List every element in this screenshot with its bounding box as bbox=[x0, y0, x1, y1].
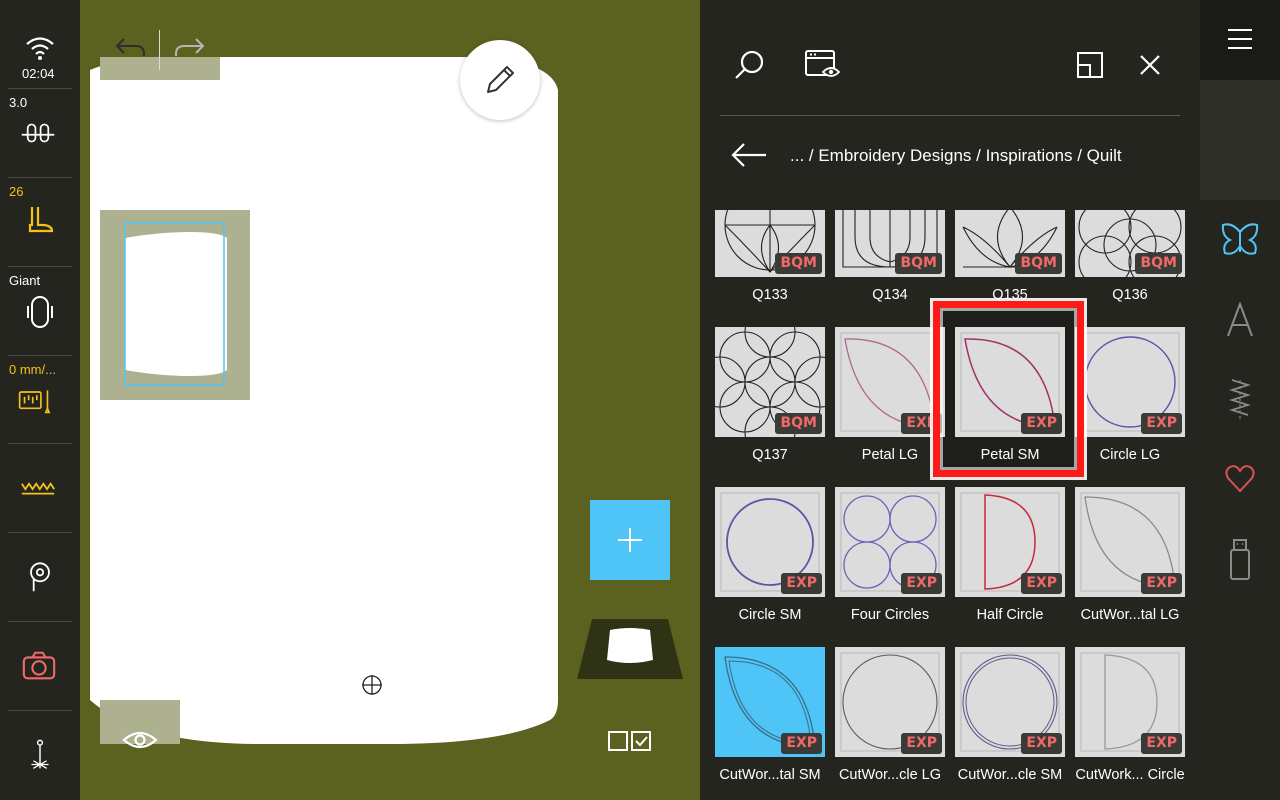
heart-icon[interactable] bbox=[1224, 464, 1256, 494]
design-label: Circle SM bbox=[738, 607, 802, 623]
stitch-length-value: 3.0 bbox=[9, 95, 28, 110]
breadcrumb[interactable]: ... / Embroidery Designs / Inspirations … bbox=[790, 146, 1122, 166]
undo-icon[interactable] bbox=[112, 34, 148, 66]
design-label: CutWor...cle LG bbox=[838, 767, 942, 783]
stitch-icon[interactable] bbox=[1228, 378, 1252, 422]
speed-value: 26 bbox=[9, 184, 24, 199]
feed-pencil-icon[interactable] bbox=[18, 383, 54, 419]
usb-icon[interactable] bbox=[1228, 538, 1252, 582]
pencil-icon bbox=[487, 66, 514, 93]
format-badge: EXP bbox=[1141, 413, 1182, 434]
letter-icon[interactable] bbox=[1225, 302, 1255, 338]
feed-value: 0 mm/... bbox=[9, 362, 56, 377]
design-tile[interactable]: BQM bbox=[1075, 210, 1185, 277]
select-icon[interactable] bbox=[608, 730, 652, 752]
menu-icon bbox=[1228, 29, 1252, 49]
stitch-tension-icon[interactable] bbox=[20, 115, 56, 151]
edit-button[interactable] bbox=[460, 40, 540, 120]
menu-button[interactable] bbox=[1200, 0, 1280, 80]
design-grid: BQM BQM BQM BQM Q133 Q134 Q135 Q136 BQM … bbox=[700, 210, 1200, 800]
butterfly-icon[interactable] bbox=[1220, 222, 1260, 258]
design-tile[interactable]: BQM bbox=[715, 210, 825, 277]
design-label: Half Circle bbox=[976, 607, 1044, 623]
format-badge: EXP bbox=[781, 733, 822, 754]
format-badge: EXP bbox=[1141, 573, 1182, 594]
hoop-field bbox=[90, 57, 558, 745]
design-tile[interactable]: EXP bbox=[1075, 327, 1185, 437]
format-badge: EXP bbox=[1021, 573, 1062, 594]
design-tile[interactable]: EXP bbox=[715, 647, 825, 757]
close-icon[interactable] bbox=[1137, 52, 1163, 78]
design-tile[interactable]: EXP bbox=[835, 327, 945, 437]
resize-icon[interactable] bbox=[1075, 50, 1105, 80]
design-label: Q137 bbox=[752, 447, 788, 463]
format-badge: EXP bbox=[1021, 733, 1062, 754]
eye-icon[interactable] bbox=[120, 726, 160, 754]
design-label: Q133 bbox=[752, 287, 788, 303]
tabbar-spacer bbox=[1200, 80, 1280, 200]
design-tile[interactable]: EXP bbox=[835, 647, 945, 757]
format-badge: BQM bbox=[1135, 253, 1182, 274]
design-tile[interactable]: EXP bbox=[715, 487, 825, 597]
back-arrow-icon[interactable] bbox=[730, 140, 768, 170]
status-sidebar: 02:04 3.0 26 Giant 0 mm/... bbox=[0, 0, 80, 800]
design-label: CutWork... Circle bbox=[1075, 767, 1185, 783]
search-icon[interactable] bbox=[733, 48, 767, 82]
embroidery-canvas[interactable] bbox=[80, 0, 562, 800]
design-tile[interactable]: EXP bbox=[1075, 647, 1185, 757]
format-badge: BQM bbox=[775, 413, 822, 434]
design-tile[interactable]: EXP bbox=[835, 487, 945, 597]
hoop-name: Giant bbox=[9, 273, 41, 288]
needle-position-icon[interactable] bbox=[22, 738, 58, 774]
panel-divider bbox=[720, 115, 1180, 116]
design-tile[interactable]: BQM bbox=[715, 327, 825, 437]
design-label: CutWor...tal SM bbox=[719, 767, 821, 783]
crosshair-icon bbox=[362, 675, 382, 695]
design-label: Four Circles bbox=[850, 607, 930, 623]
format-badge: BQM bbox=[775, 253, 822, 274]
design-tile[interactable]: BQM bbox=[835, 210, 945, 277]
format-badge: EXP bbox=[901, 573, 942, 594]
design-label: CutWor...tal LG bbox=[1080, 607, 1180, 623]
format-badge: EXP bbox=[901, 733, 942, 754]
selection-highlight bbox=[933, 301, 1084, 477]
format-badge: BQM bbox=[1015, 253, 1062, 274]
plus-icon bbox=[618, 528, 642, 552]
clock-text: 02:04 bbox=[22, 66, 55, 81]
zigzag-icon[interactable] bbox=[20, 472, 56, 508]
camera-icon[interactable] bbox=[21, 648, 57, 684]
hoop-thumbnail[interactable] bbox=[576, 618, 684, 680]
presser-foot-icon[interactable] bbox=[22, 203, 58, 239]
bobbin-icon[interactable] bbox=[22, 557, 58, 593]
design-tile[interactable]: EXP bbox=[955, 487, 1065, 597]
format-badge: EXP bbox=[1141, 733, 1182, 754]
toolbar-divider bbox=[159, 30, 160, 70]
format-badge: EXP bbox=[781, 573, 822, 594]
preview-icon[interactable] bbox=[804, 48, 842, 82]
design-strip bbox=[562, 0, 700, 800]
design-tile[interactable]: EXP bbox=[955, 647, 1065, 757]
design-tile[interactable]: BQM bbox=[955, 210, 1065, 277]
format-badge: BQM bbox=[895, 253, 942, 274]
design-label: CutWor...cle SM bbox=[957, 767, 1063, 783]
add-design-button[interactable] bbox=[590, 500, 670, 580]
redo-icon[interactable] bbox=[172, 34, 208, 66]
design-tile[interactable]: EXP bbox=[1075, 487, 1185, 597]
wifi-icon[interactable] bbox=[22, 30, 58, 66]
hoop-icon[interactable] bbox=[22, 294, 58, 330]
